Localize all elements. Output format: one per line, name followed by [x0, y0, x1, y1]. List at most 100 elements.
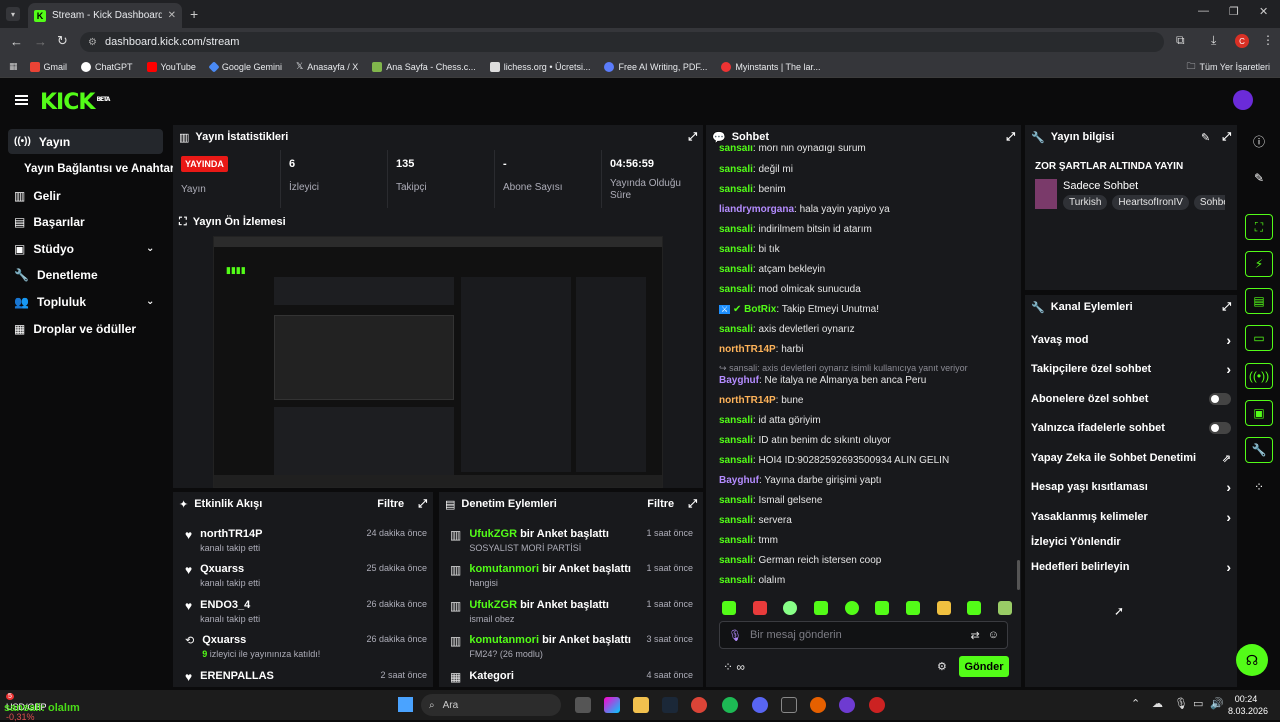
- tray-chevron-icon[interactable]: ⌃: [1131, 697, 1140, 710]
- popout-icon[interactable]: ⤢: [418, 498, 427, 511]
- reload-icon[interactable]: ↻: [57, 33, 68, 49]
- kick-logo[interactable]: KICK BETA: [40, 90, 110, 115]
- action-slow-mode[interactable]: Yavaş mod ›: [1031, 329, 1231, 351]
- nav-achievements[interactable]: ▤ Başarılar: [8, 209, 163, 234]
- rail-preview-icon[interactable]: ⛶: [1245, 214, 1273, 240]
- tab-list-icon[interactable]: ▾: [6, 7, 20, 21]
- action-ai-moderation[interactable]: Yapay Zeka ile Sohbet Denetimi ⇗: [1031, 447, 1231, 469]
- rail-document-icon[interactable]: ▤: [1245, 288, 1273, 314]
- bookmark-ai-writing[interactable]: Free AI Writing, PDF...: [604, 61, 707, 72]
- bookmark-gemini[interactable]: Google Gemini: [208, 60, 282, 73]
- popout-icon[interactable]: ⤢: [688, 131, 697, 144]
- rail-layout-icon[interactable]: ▣: [1245, 400, 1273, 426]
- site-info-icon[interactable]: ⚙: [88, 37, 97, 48]
- emote-icon[interactable]: [905, 601, 920, 615]
- send-button[interactable]: Gönder: [959, 656, 1009, 677]
- close-window-icon[interactable]: ✕: [1259, 5, 1268, 18]
- spotify-icon[interactable]: [722, 697, 738, 713]
- action-account-age[interactable]: Hesap yaşı kısıtlaması ›: [1031, 476, 1231, 498]
- popout-icon[interactable]: ⤢: [1006, 131, 1015, 144]
- edit-icon[interactable]: ✎: [1245, 165, 1273, 191]
- hamburger-menu-icon[interactable]: [15, 95, 28, 105]
- microphone-icon[interactable]: 🎙: [1174, 697, 1188, 710]
- bookmark-youtube[interactable]: YouTube: [146, 61, 196, 72]
- file-explorer-icon[interactable]: [633, 697, 649, 713]
- activity-filter-button[interactable]: Filtre: [377, 498, 404, 510]
- action-goals[interactable]: Hedefleri belirleyin ›: [1031, 556, 1231, 578]
- maximize-icon[interactable]: ❐: [1229, 5, 1239, 18]
- tag[interactable]: Sohbe: [1193, 195, 1225, 210]
- address-bar[interactable]: ⚙ dashboard.kick.com/stream: [80, 32, 1164, 52]
- bookmark-lichess[interactable]: lichess.org • Ücretsi...: [489, 61, 590, 72]
- translate-icon[interactable]: ⇄: [971, 629, 980, 642]
- nav-community[interactable]: 👥 Topluluk ⌄: [8, 289, 163, 314]
- bookmark-chatgpt[interactable]: ChatGPT: [81, 61, 133, 72]
- popout-icon[interactable]: ⤢: [1222, 301, 1231, 314]
- popout-icon[interactable]: ⤢: [688, 498, 697, 511]
- bookmark-myinstants[interactable]: Myinstants | The lar...: [721, 61, 821, 72]
- rail-broadcast-icon[interactable]: ((•)): [1245, 363, 1273, 389]
- epic-games-icon[interactable]: [781, 697, 797, 713]
- emote-icon[interactable]: [783, 601, 798, 615]
- new-tab-icon[interactable]: +: [190, 6, 198, 22]
- microphone-icon[interactable]: 🎙: [728, 629, 742, 642]
- emote-icon[interactable]: [722, 601, 736, 615]
- taskbar-search[interactable]: ⌕ Ara: [421, 694, 561, 716]
- bookmark-chess[interactable]: Ana Sayfa - Chess.c...: [372, 61, 476, 72]
- obs-icon[interactable]: [839, 697, 855, 713]
- rail-wrench-icon[interactable]: 🔧: [1245, 437, 1273, 463]
- support-headset-icon[interactable]: ☊: [1236, 644, 1268, 676]
- emote-icon[interactable]: [997, 601, 1012, 615]
- action-subscribers-only[interactable]: Abonelere özel sohbet: [1031, 388, 1231, 410]
- chat-input[interactable]: 🎙 Bir mesaj gönderin ⇄ ☺: [719, 621, 1008, 649]
- emote-icon[interactable]: [875, 601, 890, 615]
- app-icon[interactable]: [810, 697, 826, 713]
- minimize-icon[interactable]: —: [1198, 5, 1209, 17]
- bookmark-gmail[interactable]: Gmail: [29, 61, 67, 72]
- rail-apps-icon[interactable]: ⁘: [1245, 474, 1273, 500]
- clock[interactable]: 00:24 8.03.2026: [1228, 693, 1268, 717]
- chat-scrollbar[interactable]: [1017, 560, 1020, 590]
- emote-icon[interactable]: [844, 601, 859, 615]
- discord-icon[interactable]: [752, 697, 768, 713]
- action-banned-words[interactable]: Yasaklanmış kelimeler ›: [1031, 506, 1231, 528]
- profile-avatar[interactable]: C: [1235, 34, 1249, 48]
- tray-app-icon[interactable]: ☁: [1152, 697, 1163, 710]
- edit-icon[interactable]: ✎: [1201, 131, 1210, 144]
- nav-drops[interactable]: ▦ Droplar ve ödüller: [8, 316, 163, 341]
- volume-icon[interactable]: 🔊: [1210, 697, 1224, 710]
- tab-active[interactable]: K Stream - Kick Dashboard ✕: [28, 3, 182, 28]
- nav-moderation[interactable]: 🔧 Denetleme: [8, 262, 163, 287]
- info-icon[interactable]: ⓘ: [1245, 128, 1273, 154]
- chrome-icon[interactable]: [691, 697, 707, 713]
- moderation-filter-button[interactable]: Filtre: [647, 498, 674, 510]
- copilot-icon[interactable]: [604, 697, 620, 713]
- nav-studio[interactable]: ▣ Stüdyo ⌄: [8, 236, 163, 261]
- popout-icon[interactable]: ⤢: [1222, 131, 1231, 144]
- app-icon[interactable]: [869, 697, 885, 713]
- emoji-icon[interactable]: ☺: [988, 629, 999, 641]
- emote-icon[interactable]: [813, 601, 828, 615]
- chat-settings-icon[interactable]: ⚙: [937, 660, 947, 673]
- nav-revenue[interactable]: ▥ Gelir: [8, 183, 163, 208]
- action-host[interactable]: İzleyici Yönlendir: [1031, 531, 1231, 553]
- emote-icon[interactable]: [967, 601, 982, 615]
- network-icon[interactable]: ▭: [1193, 697, 1203, 710]
- emotes-only-toggle[interactable]: [1209, 422, 1231, 434]
- apps-grid-icon[interactable]: ▦: [9, 61, 18, 72]
- back-icon[interactable]: ←: [10, 34, 23, 49]
- browser-menu-icon[interactable]: ⋮: [1262, 33, 1274, 47]
- forward-icon[interactable]: →: [34, 34, 47, 49]
- points-icon[interactable]: ⁘ ∞: [723, 660, 745, 674]
- tag[interactable]: HeartsofIronIV: [1112, 195, 1189, 210]
- steam-icon[interactable]: [662, 697, 678, 713]
- rail-lightning-icon[interactable]: ⚡: [1245, 251, 1273, 277]
- download-icon[interactable]: ⤓: [1211, 33, 1216, 48]
- subscribers-only-toggle[interactable]: [1209, 393, 1231, 405]
- rail-chat-icon[interactable]: ▭: [1245, 325, 1273, 351]
- all-bookmarks[interactable]: 🗀 Tüm Yer İşaretleri: [1186, 59, 1270, 75]
- action-emotes-only[interactable]: Yalnızca ifadelerle sohbet: [1031, 417, 1231, 439]
- user-avatar[interactable]: [1233, 90, 1253, 110]
- stream-preview-video[interactable]: ▮▮▮▮: [213, 236, 663, 488]
- emote-icon[interactable]: [936, 601, 951, 615]
